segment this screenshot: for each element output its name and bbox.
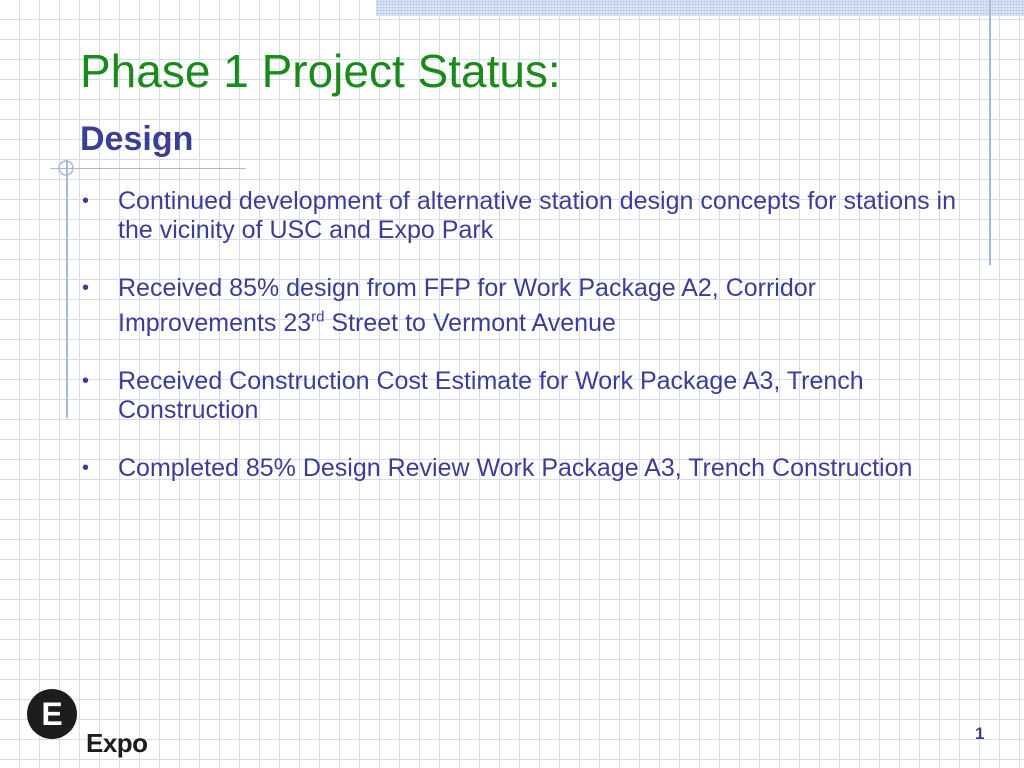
bullet-dot: • [82, 277, 90, 299]
bullet-superscript: rd [311, 309, 325, 326]
title-underline-rule [50, 168, 246, 169]
bullet-text: Received 85% design from FFP for Work Pa… [118, 274, 816, 337]
logo-text: Expo [86, 728, 148, 758]
bullet-item: • Completed 85% Design Review Work Packa… [80, 454, 975, 483]
crosshair-icon [58, 160, 74, 176]
bullet-dot: • [82, 457, 90, 480]
slide-title: Phase 1 Project Status: [80, 45, 561, 97]
bullet-item: • Continued development of alternative s… [80, 187, 975, 245]
header-decorative-band [376, 0, 1024, 16]
left-decorative-rule [66, 160, 68, 418]
bullet-text: Continued development of alternative sta… [118, 187, 957, 244]
bullet-item: • Received 85% design from FFP for Work … [80, 274, 975, 338]
bullet-text-part: Street to Vermont Avenue [324, 309, 616, 338]
bullet-item: • Received Construction Cost Estimate fo… [80, 367, 975, 425]
page-number: 1 [975, 724, 985, 743]
bullet-dot: • [82, 370, 90, 393]
bullet-dot: • [82, 190, 90, 212]
bullet-text: Completed 85% Design Review Work Package… [118, 454, 913, 483]
logo-letter: E [41, 696, 62, 732]
bullet-text: Received Construction Cost Estimate for … [118, 367, 864, 425]
expo-logo-icon: E [27, 689, 77, 739]
right-decorative-rule [989, 0, 991, 265]
slide-subtitle: Design [80, 120, 194, 158]
bullet-list: • Continued development of alternative s… [80, 187, 975, 512]
